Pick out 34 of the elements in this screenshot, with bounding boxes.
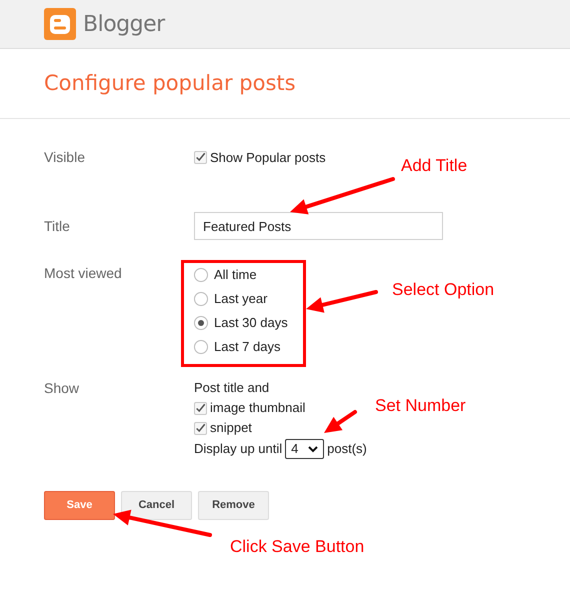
- radio-label: Last year: [214, 290, 268, 308]
- annotation-label: Add Title: [401, 155, 468, 177]
- annotation-arrow: [324, 410, 357, 433]
- chevron-down-icon: [308, 446, 318, 452]
- option-intro: Post title and: [194, 379, 270, 398]
- count-prefix: Display up until: [194, 440, 282, 458]
- checkbox[interactable]: [194, 402, 207, 414]
- radio-button[interactable]: [194, 316, 208, 330]
- radio-button[interactable]: [194, 268, 208, 282]
- count-suffix: post(s): [327, 440, 367, 458]
- radio-label: Last 7 days: [214, 338, 280, 356]
- field-label: Visible: [44, 148, 86, 167]
- field-label: Show: [44, 378, 80, 398]
- radio-button[interactable]: [194, 340, 208, 354]
- annotation-label: Select Option: [392, 279, 494, 301]
- checkbox-label: image thumbnail: [210, 399, 306, 418]
- page-title: Configure popular posts: [44, 70, 296, 97]
- title-field[interactable]: Featured Posts: [194, 212, 443, 240]
- action-button[interactable]: Remove: [198, 491, 269, 520]
- radio-label: Last 30 days: [214, 314, 288, 332]
- annotation-label: Set Number: [375, 395, 466, 417]
- field-label: Title: [44, 216, 71, 236]
- field-label: Most viewed: [44, 264, 123, 283]
- annotation-label: Click Save Button: [230, 536, 364, 558]
- count-select[interactable]: 4: [285, 439, 324, 459]
- action-button[interactable]: Cancel: [121, 491, 192, 520]
- checkbox-label: Show Popular posts: [210, 148, 326, 167]
- radio-button[interactable]: [194, 292, 208, 306]
- checkbox[interactable]: [194, 422, 207, 434]
- checkbox[interactable]: [194, 151, 207, 164]
- logo-text: Blogger: [83, 10, 165, 38]
- logo-icon: [44, 8, 76, 40]
- checkbox-label: snippet: [210, 419, 252, 438]
- radio-label: All time: [214, 266, 257, 284]
